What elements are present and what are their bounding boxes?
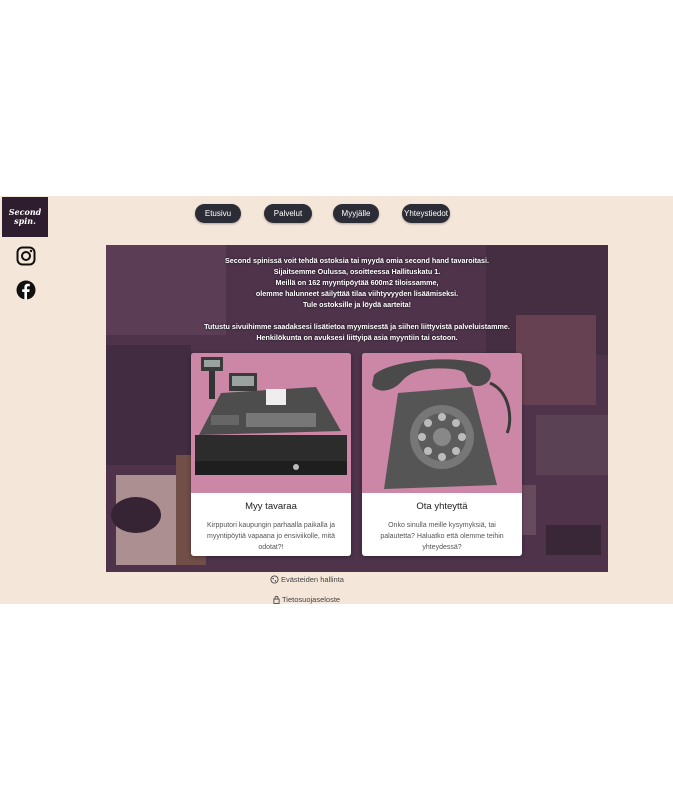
logo-line-2: spin. bbox=[14, 216, 36, 226]
cookie-icon bbox=[270, 575, 279, 584]
hero-section: Second spinissä voit tehdä ostoksia tai … bbox=[106, 245, 608, 572]
facebook-icon[interactable] bbox=[16, 280, 36, 300]
instagram-icon[interactable] bbox=[16, 246, 36, 266]
privacy-policy-link[interactable]: Tietosuojaseloste bbox=[273, 595, 340, 604]
nav-etusivu[interactable]: Etusivu bbox=[195, 204, 241, 223]
hero-line: Henkilökunta on avuksesi liittyipä asia … bbox=[256, 333, 458, 342]
card-contact[interactable]: Ota yhteyttä Onko sinulla meille kysymyk… bbox=[362, 353, 522, 556]
card-title: Myy tavaraa bbox=[245, 501, 297, 512]
hero-line: olemme halunneet säilyttää tilaa viihtyv… bbox=[255, 289, 459, 298]
hero-line: Tule ostoksille ja löydä aarteita! bbox=[302, 300, 412, 309]
hero-line: Second spinissä voit tehdä ostoksia tai … bbox=[224, 256, 490, 265]
telephone-image bbox=[362, 353, 522, 493]
card-sell[interactable]: Myy tavaraa Kirpputori kaupungin parhaal… bbox=[191, 353, 351, 556]
cookie-settings-label: Evästeiden hallinta bbox=[281, 575, 344, 584]
cash-register-image bbox=[191, 353, 351, 493]
hero-intro: Second spinissä voit tehdä ostoksia tai … bbox=[106, 245, 608, 343]
nav-yhteystiedot[interactable]: Yhteystiedot bbox=[402, 204, 450, 223]
hero-line: Meillä on 162 myyntipöytää 600m2 tiloiss… bbox=[275, 278, 439, 287]
card-description: Kirpputori kaupungin parhaalla paikalla … bbox=[206, 522, 336, 551]
lock-icon bbox=[273, 595, 280, 604]
nav-myyjalle[interactable]: Myyjälle bbox=[333, 204, 379, 223]
card-title: Ota yhteyttä bbox=[416, 501, 468, 512]
nav-palvelut[interactable]: Palvelut bbox=[264, 204, 312, 223]
hero-line: Tutustu sivuihimme saadaksesi lisätietoa… bbox=[204, 322, 510, 331]
cookie-settings-link[interactable]: Evästeiden hallinta bbox=[270, 575, 344, 584]
site-logo[interactable]: Second spin. bbox=[2, 197, 48, 237]
hero-line: Sijaitsemme Oulussa, osoitteessa Hallitu… bbox=[273, 267, 441, 276]
privacy-policy-label: Tietosuojaseloste bbox=[282, 595, 341, 604]
card-description: Onko sinulla meille kysymyksiä, tai pala… bbox=[380, 522, 504, 551]
